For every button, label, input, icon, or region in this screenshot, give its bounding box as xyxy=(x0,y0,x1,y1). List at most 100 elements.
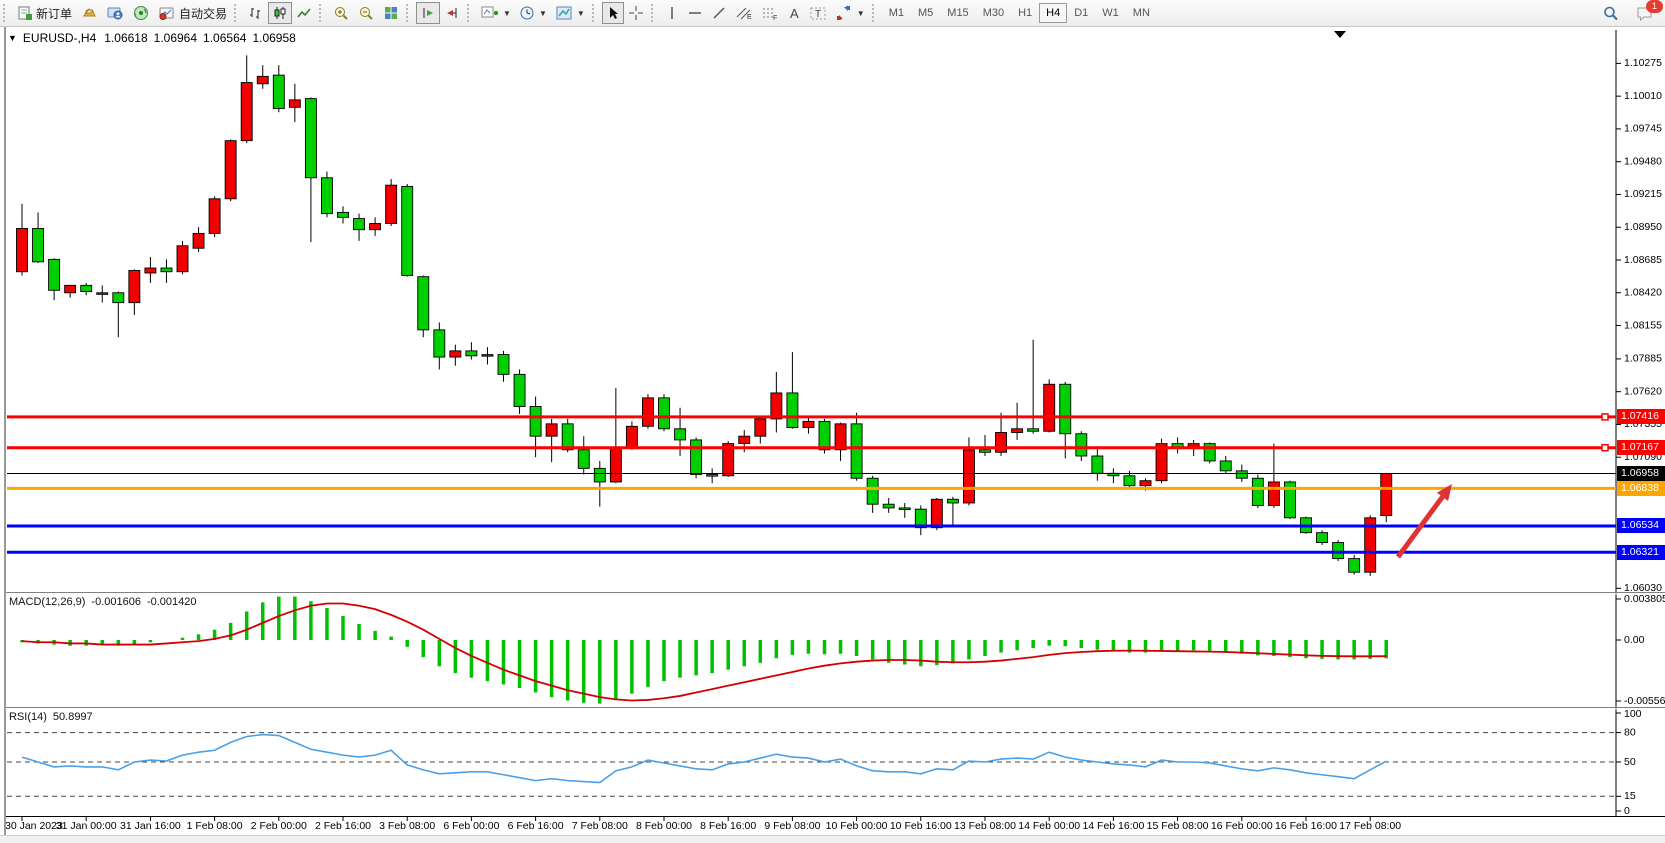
templates-button[interactable]: ▼ xyxy=(551,2,589,24)
toolbar-grip xyxy=(3,4,9,22)
community-button[interactable] xyxy=(102,2,128,24)
zoom-out-button[interactable] xyxy=(354,2,379,24)
toolbar-grip xyxy=(592,4,598,22)
window-edge xyxy=(4,27,6,835)
chart-shift-button[interactable] xyxy=(440,2,464,24)
time-tick-label: 14 Feb 00:00 xyxy=(1018,820,1080,832)
periods-button[interactable]: ▼ xyxy=(515,2,551,24)
candle-body-bull xyxy=(755,419,766,436)
line-handle[interactable] xyxy=(1602,445,1608,451)
fibonacci-icon: F xyxy=(761,5,779,21)
candle-body-bull xyxy=(1044,384,1055,431)
candle-body-bull xyxy=(193,233,204,248)
auto-trading-button[interactable]: 自动交易 xyxy=(154,2,231,24)
timeframe-h4-button[interactable]: H4 xyxy=(1039,3,1067,23)
chevron-down-icon: ▼ xyxy=(503,9,511,18)
candle-body-bear xyxy=(81,285,92,291)
new-order-button[interactable]: 新订单 xyxy=(13,2,76,24)
auto-scroll-icon xyxy=(420,5,436,21)
gold-button[interactable] xyxy=(76,2,102,24)
candlestick-chart-icon xyxy=(272,5,288,21)
candle-body-bull xyxy=(177,246,188,272)
candle-body-bull xyxy=(450,351,461,357)
macd-value: -0.001606 xyxy=(91,596,141,608)
zoom-in-icon xyxy=(333,5,350,21)
price-badge: 1.06534 xyxy=(1617,518,1665,533)
candle-body-bear xyxy=(980,450,991,452)
time-tick-label: 31 Jan 00:00 xyxy=(56,820,117,832)
text-label-button[interactable]: T xyxy=(805,2,831,24)
toolbar-grip xyxy=(319,4,325,22)
candle-body-bear xyxy=(33,228,44,261)
add-indicator-button[interactable]: ▼ xyxy=(477,2,515,24)
low-value: 1.06564 xyxy=(203,31,246,45)
signals-button[interactable] xyxy=(128,2,154,24)
candle-body-bull xyxy=(1012,429,1023,433)
candle-body-bull xyxy=(145,268,156,273)
candle-body-bull xyxy=(1381,474,1392,516)
symbol-dropdown-icon[interactable]: ▼ xyxy=(8,33,17,43)
candle-body-bull xyxy=(739,436,750,443)
candle-body-bear xyxy=(1333,543,1344,559)
candle-body-bear xyxy=(1124,476,1135,486)
candle-body-bear xyxy=(530,407,541,437)
price-badge: 1.06321 xyxy=(1617,545,1665,560)
macd-name: MACD(12,26,9) xyxy=(9,596,85,608)
trendline-icon xyxy=(711,5,727,21)
crosshair-button[interactable] xyxy=(624,2,648,24)
candle-body-bear xyxy=(1028,429,1039,431)
community-icon xyxy=(106,5,124,21)
candle-body-bear xyxy=(691,440,702,475)
candle-body-bull xyxy=(225,141,236,199)
timeframe-w1-button[interactable]: W1 xyxy=(1095,3,1126,23)
time-tick-label: 10 Feb 16:00 xyxy=(890,820,952,832)
text-label-icon: T xyxy=(809,5,827,21)
candlestick-chart-button[interactable] xyxy=(268,2,292,24)
arrows-button[interactable]: ▼ xyxy=(831,2,869,24)
toolbar-grip xyxy=(234,4,240,22)
crosshair-icon xyxy=(628,5,644,21)
time-tick-label: 8 Feb 16:00 xyxy=(700,820,756,832)
candle-body-bull xyxy=(241,83,252,141)
toolbar: 新订单 自动交易 ▼ ▼ xyxy=(0,0,1665,27)
auto-scroll-button[interactable] xyxy=(416,2,440,24)
new-order-icon xyxy=(17,5,33,21)
timeframe-mn-button[interactable]: MN xyxy=(1126,3,1157,23)
cursor-button[interactable] xyxy=(602,2,624,24)
text-button[interactable]: A xyxy=(783,2,805,24)
notifications-button[interactable]: 1 xyxy=(1632,2,1659,24)
horizontal-line-button[interactable] xyxy=(683,2,707,24)
timeframe-h1-button[interactable]: H1 xyxy=(1011,3,1039,23)
timeframe-m5-button[interactable]: M5 xyxy=(911,3,940,23)
candle-body-bull xyxy=(209,199,220,234)
svg-text:E: E xyxy=(747,14,752,21)
candle-body-bull xyxy=(97,293,108,295)
timeframe-m30-button[interactable]: M30 xyxy=(976,3,1011,23)
timeframe-m1-button[interactable]: M1 xyxy=(882,3,911,23)
fibonacci-button[interactable]: F xyxy=(757,2,783,24)
line-handle[interactable] xyxy=(1602,414,1608,420)
zoom-in-button[interactable] xyxy=(329,2,354,24)
line-chart-button[interactable] xyxy=(292,2,316,24)
macd-indicator-label: MACD(12,26,9) -0.001606 -0.001420 xyxy=(9,596,197,608)
trendline-button[interactable] xyxy=(707,2,731,24)
text-icon: A xyxy=(787,5,801,21)
vertical-line-button[interactable] xyxy=(661,2,683,24)
time-tick-label: 17 Feb 08:00 xyxy=(1339,820,1401,832)
timeframe-m15-button[interactable]: M15 xyxy=(940,3,975,23)
bar-chart-button[interactable] xyxy=(244,2,268,24)
rsi-tick-label: 100 xyxy=(1624,708,1642,720)
equidistant-channel-button[interactable]: E xyxy=(731,2,757,24)
line-chart-icon xyxy=(296,5,312,21)
candle-body-bear xyxy=(578,450,589,469)
time-tick-label: 3 Feb 08:00 xyxy=(379,820,435,832)
gold-icon xyxy=(80,5,98,21)
search-icon xyxy=(1602,5,1620,22)
candle-body-bull xyxy=(386,185,397,223)
candle-body-bear xyxy=(466,351,477,356)
search-button[interactable] xyxy=(1598,2,1624,24)
timeframe-d1-button[interactable]: D1 xyxy=(1067,3,1095,23)
tile-windows-button[interactable] xyxy=(379,2,403,24)
chart-canvas[interactable]: 1.102751.100101.097451.094801.092151.089… xyxy=(0,0,1665,842)
timeframe-bar: M1M5M15M30H1H4D1W1MN xyxy=(882,3,1157,23)
